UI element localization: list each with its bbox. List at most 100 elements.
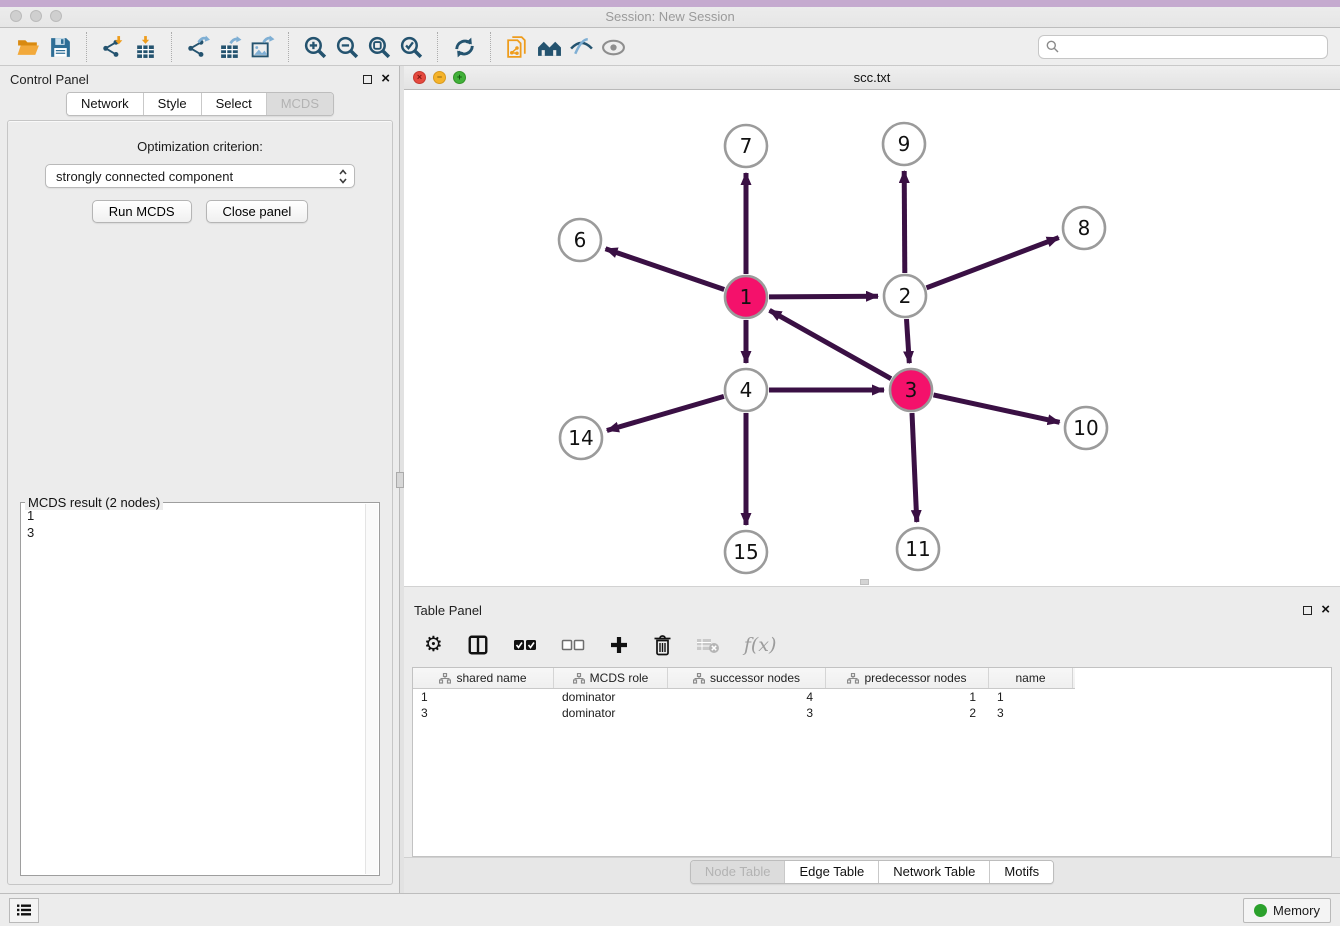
column-header-MCDS-role[interactable]: MCDS role [554, 668, 668, 688]
result-scrollbar[interactable] [365, 504, 378, 874]
export-table-button[interactable] [214, 32, 246, 62]
network-window-titlebar[interactable]: × − + scc.txt [404, 66, 1340, 90]
network-document-button[interactable] [501, 32, 533, 62]
graph-node-11[interactable]: 11 [897, 528, 939, 570]
graph-edge-2-8[interactable] [927, 238, 1059, 288]
svg-text:8: 8 [1078, 216, 1091, 240]
tab-select[interactable]: Select [202, 93, 267, 115]
tab-network[interactable]: Network [67, 93, 144, 115]
session-title: Session: New Session [0, 9, 1340, 24]
zoom-fit-icon [367, 35, 392, 59]
delete-table-button[interactable] [696, 630, 720, 660]
tab-network-table[interactable]: Network Table [879, 861, 990, 883]
graph-node-3[interactable]: 3 [890, 369, 932, 411]
tab-style[interactable]: Style [144, 93, 202, 115]
memory-button[interactable]: Memory [1243, 898, 1331, 923]
close-panel-icon[interactable]: × [381, 74, 390, 84]
graph-edge-2-3[interactable] [907, 319, 910, 363]
zoom-selected-icon [399, 35, 424, 59]
close-table-panel-icon[interactable]: × [1321, 605, 1330, 615]
graph-node-4[interactable]: 4 [725, 369, 767, 411]
graph-edge-1-6[interactable] [606, 249, 725, 290]
minimize-network-button[interactable]: − [433, 71, 446, 84]
graph-node-10[interactable]: 10 [1065, 407, 1107, 449]
list-icon [16, 903, 32, 917]
mcds-result-box[interactable]: MCDS result (2 nodes) 1 3 [20, 502, 380, 876]
graph-edge-1-2[interactable] [769, 296, 878, 297]
save-session-icon [48, 35, 73, 59]
network-canvas[interactable]: 7 9 6 8 1 2 4 3 14 10 15 11 [404, 90, 1340, 586]
svg-text:4: 4 [740, 378, 753, 402]
maximize-network-button[interactable]: + [453, 71, 466, 84]
close-panel-button[interactable]: Close panel [206, 200, 309, 223]
import-network-button[interactable] [97, 32, 129, 62]
delete-columns-button[interactable] [653, 630, 672, 660]
float-panel-icon[interactable] [363, 75, 372, 84]
graph-edge-4-14[interactable] [607, 396, 724, 430]
graph-node-1[interactable]: 1 [725, 276, 767, 318]
table-settings-button[interactable]: ⚙ [424, 630, 443, 660]
eye-button[interactable] [597, 32, 629, 62]
select-all-button[interactable] [513, 630, 537, 660]
create-column-button[interactable] [609, 630, 629, 660]
column-header-shared-name[interactable]: shared name [413, 668, 554, 688]
graph-node-8[interactable]: 8 [1063, 207, 1105, 249]
tab-edge-table[interactable]: Edge Table [785, 861, 879, 883]
graph-node-2[interactable]: 2 [884, 275, 926, 317]
export-image-icon [250, 35, 275, 59]
import-table-button[interactable] [129, 32, 161, 62]
table-row[interactable]: 1dominator411 [413, 689, 1331, 705]
zoom-fit-button[interactable] [363, 32, 395, 62]
table-row[interactable]: 3dominator323 [413, 705, 1331, 721]
splitter-handle[interactable] [396, 472, 404, 488]
zoom-selected-button[interactable] [395, 32, 427, 62]
graph-edge-3-1[interactable] [770, 310, 892, 378]
houses-button[interactable] [533, 32, 565, 62]
run-mcds-button[interactable]: Run MCDS [92, 200, 192, 223]
column-visibility-button[interactable] [467, 630, 489, 660]
graph-edge-3-10[interactable] [934, 395, 1060, 422]
checked-boxes-icon [513, 638, 537, 652]
task-history-button[interactable] [9, 898, 39, 923]
graph-edge-3-11[interactable] [912, 413, 917, 522]
search-input[interactable] [1064, 39, 1320, 54]
open-session-button[interactable] [12, 32, 44, 62]
tab-mcds[interactable]: MCDS [267, 93, 333, 115]
graph-node-6[interactable]: 6 [559, 219, 601, 261]
svg-text:6: 6 [574, 228, 587, 252]
import-network-icon [101, 35, 126, 59]
column-header-name[interactable]: name [989, 668, 1073, 688]
deselect-all-button[interactable] [561, 630, 585, 660]
function-builder-button[interactable]: f(x) [744, 630, 777, 660]
graph-node-9[interactable]: 9 [883, 123, 925, 165]
tab-node-table[interactable]: Node Table [691, 861, 786, 883]
save-session-button[interactable] [44, 32, 76, 62]
network-window-controls[interactable]: × − + [413, 71, 466, 84]
zoom-out-icon [335, 35, 360, 59]
graph-node-15[interactable]: 15 [725, 531, 767, 573]
tab-motifs[interactable]: Motifs [990, 861, 1053, 883]
float-table-panel-icon[interactable] [1303, 606, 1312, 615]
export-image-button[interactable] [246, 32, 278, 62]
zoom-out-button[interactable] [331, 32, 363, 62]
graph-node-7[interactable]: 7 [725, 125, 767, 167]
column-header-successor-nodes[interactable]: successor nodes [668, 668, 826, 688]
search-box[interactable] [1038, 35, 1328, 59]
horizontal-splitter[interactable] [404, 586, 1340, 597]
attribute-icon [847, 673, 859, 684]
export-network-icon [186, 35, 211, 59]
gear-icon: ⚙ [424, 634, 443, 656]
column-header-predecessor-nodes[interactable]: predecessor nodes [826, 668, 989, 688]
zoom-in-button[interactable] [299, 32, 331, 62]
graph-node-14[interactable]: 14 [560, 417, 602, 459]
network-graph: 7 9 6 8 1 2 4 3 14 10 15 11 [404, 90, 1339, 586]
eye-slash-button[interactable] [565, 32, 597, 62]
close-network-button[interactable]: × [413, 71, 426, 84]
svg-text:15: 15 [733, 540, 758, 564]
table-cell: 3 [413, 706, 554, 720]
canvas-resize-handle[interactable] [860, 579, 869, 585]
refresh-button[interactable] [448, 32, 480, 62]
criterion-select[interactable]: strongly connected component [45, 164, 355, 188]
export-network-button[interactable] [182, 32, 214, 62]
graph-edge-2-9[interactable] [904, 171, 905, 273]
